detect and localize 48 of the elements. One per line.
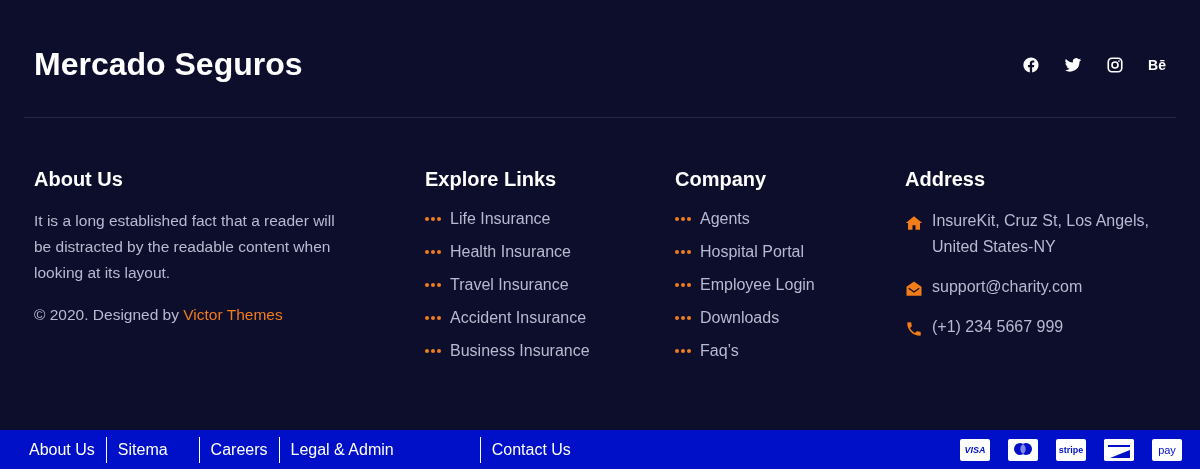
bottom-link[interactable]: Contact Us [479,437,582,463]
credit-text: © 2020. Designed by Victor Themes [34,306,284,324]
dots-icon [425,283,441,287]
twitter-icon[interactable] [1064,55,1083,74]
footer-link[interactable]: Accident Insurance [450,307,587,329]
column-heading: Explore Links [425,168,558,191]
dots-icon [425,250,441,254]
phone-icon [905,320,923,338]
contact-text: (+1) 234 5667 999 [932,317,1065,337]
dots-icon [675,283,691,287]
footer-link[interactable]: Employee Login [700,274,815,296]
amazon-pay-icon: pay [1152,439,1182,461]
bottom-link[interactable]: Sitema [105,437,179,463]
footer-link[interactable]: Health Insurance [450,241,571,263]
column-heading: Company [675,168,768,191]
bottom-link[interactable]: Legal & Admin [278,437,405,463]
dots-icon [425,349,441,353]
stripe-card-icon: stripe [1056,439,1086,461]
behance-icon[interactable]: Bē [1148,56,1166,73]
dots-icon [675,349,691,353]
dots-icon [425,217,441,221]
footer-link[interactable]: Business Insurance [450,340,590,362]
about-text: It is a long established fact that a reader will be distracted by the readable content when looking at its layout. [34,211,336,283]
bottom-link[interactable]: About Us [18,437,106,463]
footer-link[interactable]: Agents [700,208,750,230]
facebook-icon[interactable] [1022,55,1041,74]
home-icon [905,214,923,232]
contact-text: InsureKit, Cruz St, Los Angels, United States-NY [932,211,1150,257]
dots-icon [675,316,691,320]
mastercard-icon [1008,439,1038,461]
envelope-icon [905,280,923,298]
footer-link[interactable]: Downloads [700,307,780,329]
column-heading: Address [905,168,987,191]
contact-text: support@charity.com [932,277,1084,297]
dots-icon [425,316,441,320]
footer-link[interactable]: Life Insurance [450,208,551,230]
instagram-icon[interactable] [1106,55,1125,74]
dots-icon [675,217,691,221]
brand-logo[interactable]: Mercado Seguros [34,34,303,83]
dots-icon [675,250,691,254]
column-heading: About Us [34,168,124,191]
bottom-link[interactable]: Careers [198,437,279,463]
footer-link[interactable]: Travel Insurance [450,274,569,296]
visa-card-icon: VISA [960,439,990,461]
footer-link[interactable]: Hospital Portal [700,241,805,263]
designer-link[interactable]: Victor Themes [183,306,283,323]
footer-link[interactable]: Faq’s [700,340,739,362]
discover-card-icon [1104,439,1134,461]
